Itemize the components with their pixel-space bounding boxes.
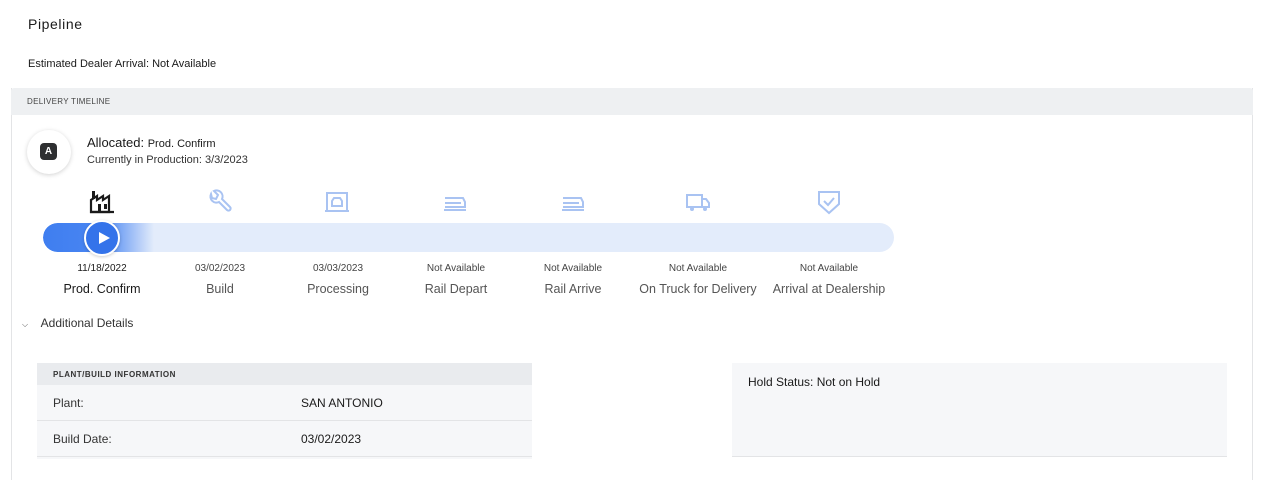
status-avatar: A <box>27 130 71 174</box>
wrench-icon <box>205 188 233 216</box>
stage-on-truck: Not Available On Truck for Delivery <box>623 262 773 297</box>
status-title-stage: Prod. Confirm <box>147 138 216 150</box>
plant-info-title: PLANT/BUILD INFORMATION <box>53 370 176 379</box>
rail-depart-icon <box>441 188 469 216</box>
estimated-arrival-text: Estimated Dealer Arrival: Not Available <box>28 58 217 70</box>
info-value: SAN ANTONIO <box>301 396 383 410</box>
truck-icon <box>684 188 712 216</box>
status-title-prefix: Allocated: <box>87 135 145 150</box>
stage-date: Not Available <box>799 263 859 274</box>
stage-label: On Truck for Delivery <box>639 282 757 296</box>
play-button[interactable] <box>84 220 120 256</box>
factory-icon <box>88 188 116 216</box>
info-key: Build Date: <box>53 432 112 446</box>
stage-arrival-dealership: Not Available Arrival at Dealership <box>754 262 904 297</box>
shield-check-icon <box>815 188 843 216</box>
info-row-build-date: Build Date: 03/02/2023 <box>37 421 532 457</box>
additional-details-label: Additional Details <box>40 316 134 330</box>
delivery-timeline-header: DELIVERY TIMELINE <box>11 88 1253 115</box>
info-row-plant: Plant: SAN ANTONIO <box>37 385 532 421</box>
status-badge: A <box>40 143 57 160</box>
stage-label: Arrival at Dealership <box>772 282 886 296</box>
chevron-down-icon: ⌵ <box>22 320 29 329</box>
timeline-progress-track <box>43 223 894 252</box>
car-processing-icon <box>323 188 351 216</box>
delivery-timeline-title: DELIVERY TIMELINE <box>27 97 111 106</box>
additional-details-toggle[interactable]: ⌵ Additional Details <box>22 316 133 330</box>
rail-arrive-icon <box>559 188 587 216</box>
stage-date: Not Available <box>668 263 728 274</box>
status-subtitle: Currently in Production: 3/3/2023 <box>87 154 248 166</box>
plant-info-header: PLANT/BUILD INFORMATION <box>37 363 532 385</box>
info-value: 03/02/2023 <box>301 432 362 446</box>
status-title: Allocated: Prod. Confirm <box>87 135 216 150</box>
hold-status-panel: Hold Status: Not on Hold <box>732 363 1227 457</box>
info-key: Plant: <box>53 396 84 410</box>
hold-status-text: Hold Status: Not on Hold <box>748 375 881 389</box>
page-title: Pipeline <box>28 16 83 32</box>
